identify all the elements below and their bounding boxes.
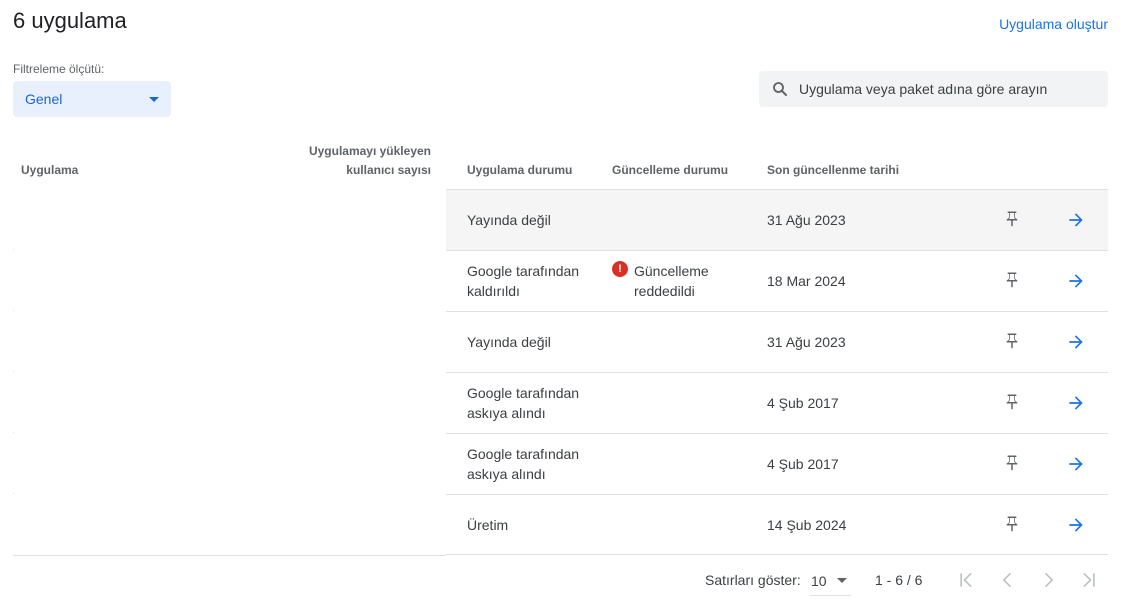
arrow-forward-icon[interactable] (1066, 210, 1086, 230)
apps-page: 6 uygulama Uygulama oluştur Filtreleme ö… (0, 0, 1125, 601)
pin-icon[interactable] (1003, 393, 1021, 411)
filter-selected-value: Genel (25, 91, 63, 107)
last-updated-cell: 31 Ağu 2023 (767, 212, 846, 228)
last-page-icon[interactable] (1078, 569, 1098, 591)
error-icon: ! (612, 261, 628, 277)
filter-label: Filtreleme ölçütü: (13, 62, 105, 76)
update-status-cell (612, 190, 752, 250)
table-row[interactable]: Google tarafından kaldırıldı ! Güncellem… (446, 250, 1108, 311)
arrow-forward-icon[interactable] (1066, 515, 1086, 535)
arrow-forward-icon[interactable] (1066, 271, 1086, 291)
app-status-cell: Yayında değil (467, 212, 551, 228)
row-divider (13, 432, 14, 433)
column-header-app-status[interactable]: Uygulama durumu (467, 161, 572, 180)
arrow-forward-icon[interactable] (1066, 332, 1086, 352)
app-status-cell: Google tarafından askıya alındı (467, 385, 580, 421)
last-updated-cell: 4 Şub 2017 (767, 456, 839, 472)
app-status-cell: Google tarafından kaldırıldı (467, 263, 580, 299)
update-status-cell: ! Güncelleme reddedildi (612, 251, 752, 311)
column-header-app[interactable]: Uygulama (21, 161, 78, 180)
arrow-forward-icon[interactable] (1066, 454, 1086, 474)
column-header-users[interactable]: Uygulamayı yükleyen kullanıcı sayısı (290, 142, 431, 180)
pin-icon[interactable] (1003, 210, 1021, 228)
update-status-cell (612, 312, 752, 372)
dropdown-arrow-icon (149, 96, 159, 102)
update-status-text: Güncelleme reddedildi (634, 263, 709, 299)
app-status-cell: Yayında değil (467, 334, 551, 350)
column-header-update-status[interactable]: Güncelleme durumu (612, 161, 728, 180)
pagination-range: 1 - 6 / 6 (875, 572, 923, 588)
pin-icon[interactable] (1003, 454, 1021, 472)
create-app-link[interactable]: Uygulama oluştur (999, 16, 1108, 32)
search-icon (773, 82, 787, 96)
row-divider (13, 249, 14, 250)
search-box[interactable] (759, 71, 1108, 107)
dropdown-arrow-icon (837, 578, 847, 583)
page-title: 6 uygulama (13, 8, 127, 33)
app-status-cell: Google tarafından askıya alındı (467, 446, 580, 482)
filter-dropdown[interactable]: Genel (13, 81, 171, 117)
app-status-cell: Üretim (467, 517, 509, 533)
last-updated-cell: 14 Şub 2024 (767, 517, 847, 533)
table-blank-columns (13, 189, 446, 555)
row-divider (13, 371, 14, 372)
row-divider (13, 310, 14, 311)
pin-icon[interactable] (1003, 332, 1021, 350)
pin-icon[interactable] (1003, 515, 1021, 533)
table-row[interactable]: Google tarafından askıya alındı 4 Şub 20… (446, 372, 1108, 433)
column-header-last-updated[interactable]: Son güncellenme tarihi (767, 161, 899, 180)
update-status-cell (612, 495, 752, 555)
last-updated-cell: 18 Mar 2024 (767, 273, 846, 289)
arrow-forward-icon[interactable] (1066, 393, 1086, 413)
pin-icon[interactable] (1003, 271, 1021, 289)
table-row[interactable]: Google tarafından askıya alındı 4 Şub 20… (446, 433, 1108, 494)
table-row[interactable]: Yayında değil 31 Ağu 2023 (446, 311, 1108, 372)
last-updated-cell: 4 Şub 2017 (767, 395, 839, 411)
last-updated-cell: 31 Ağu 2023 (767, 334, 846, 350)
table-body: Yayında değil 31 Ağu 2023 Google tarafın… (446, 189, 1108, 555)
search-input[interactable] (797, 80, 1101, 98)
row-divider (13, 493, 14, 494)
update-status-cell (612, 373, 752, 433)
rows-per-page-dropdown[interactable]: 10 (810, 566, 851, 596)
table-bottom-divider (13, 555, 446, 556)
update-status-cell (612, 434, 752, 494)
chevron-right-icon[interactable] (1038, 569, 1058, 591)
table-row[interactable]: Üretim 14 Şub 2024 (446, 494, 1108, 555)
chevron-left-icon[interactable] (998, 569, 1018, 591)
rows-per-page-value: 10 (811, 572, 827, 589)
first-page-icon[interactable] (957, 569, 977, 591)
table-row[interactable]: Yayında değil 31 Ağu 2023 (446, 189, 1108, 250)
rows-per-page-label: Satırları göster: (705, 572, 801, 588)
